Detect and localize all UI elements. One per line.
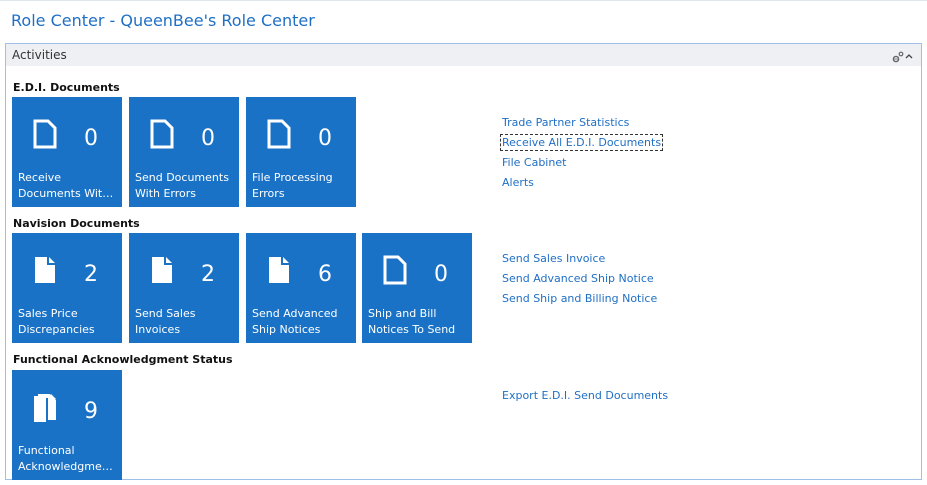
panel-title: Activities (12, 48, 67, 62)
customize-icon[interactable] (892, 48, 904, 63)
document-filled-icon (32, 255, 58, 289)
panel-header: Activities (6, 44, 921, 66)
tile-label: Send Sales Invoices (135, 307, 196, 336)
document-filled-icon (149, 255, 175, 289)
link-trade-partner-statistics[interactable]: Trade Partner Statistics (502, 113, 661, 133)
tile-label: Send Documents With Errors (135, 171, 229, 200)
tile-functional-acknowledgments[interactable]: 9 Functional Acknowledgmen... (12, 370, 122, 480)
section-title-functional-acknowledgment-status: Functional Acknowledgment Status (13, 353, 233, 366)
tile-label: Receive Documents With... (18, 171, 118, 200)
tile-count: 0 (434, 262, 448, 287)
tile-count: 2 (84, 262, 98, 287)
section-title-edi-documents: E.D.I. Documents (13, 81, 120, 94)
link-send-advanced-ship-notice[interactable]: Send Advanced Ship Notice (502, 269, 657, 289)
link-file-cabinet[interactable]: File Cabinet (502, 153, 661, 173)
panel-tools (892, 48, 915, 63)
tile-send-advanced-ship-notices[interactable]: 6 Send Advanced Ship Notices (246, 233, 356, 343)
link-send-sales-invoice[interactable]: Send Sales Invoice (502, 249, 657, 269)
tile-count: 0 (201, 126, 215, 151)
tile-count: 6 (318, 262, 332, 287)
link-export-edi-send-documents[interactable]: Export E.D.I. Send Documents (502, 386, 668, 406)
tile-receive-documents-with-errors[interactable]: 0 Receive Documents With... (12, 97, 122, 207)
document-stack-icon (32, 392, 60, 428)
document-outline-icon (149, 119, 175, 153)
navision-links: Send Sales Invoice Send Advanced Ship No… (502, 249, 657, 309)
tile-count: 0 (84, 126, 98, 151)
tile-label: Send Advanced Ship Notices (252, 307, 338, 336)
link-alerts[interactable]: Alerts (502, 173, 661, 193)
functional-ack-links: Export E.D.I. Send Documents (502, 386, 668, 406)
tile-count: 9 (84, 399, 98, 424)
document-outline-icon (266, 119, 292, 153)
tile-label: Functional Acknowledgmen... (18, 444, 118, 473)
top-divider (0, 0, 927, 1)
tile-ship-and-bill-notices-to-send[interactable]: 0 Ship and Bill Notices To Send (362, 233, 472, 343)
page-title: Role Center - QueenBee's Role Center (11, 11, 315, 30)
tile-count: 0 (318, 126, 332, 151)
tile-send-documents-with-errors[interactable]: 0 Send Documents With Errors (129, 97, 239, 207)
tile-label: Ship and Bill Notices To Send (368, 307, 456, 336)
activities-panel: Activities E.D.I. Documents 0 Receive Do… (5, 43, 922, 480)
tile-label: Sales Price Discrepancies (18, 307, 95, 336)
tile-label: File Processing Errors (252, 171, 333, 200)
document-outline-icon (382, 255, 408, 289)
link-receive-all-edi-documents[interactable]: Receive All E.D.I. Documents (499, 133, 664, 153)
document-outline-icon (32, 119, 58, 153)
tile-sales-price-discrepancies[interactable]: 2 Sales Price Discrepancies (12, 233, 122, 343)
link-send-ship-and-billing-notice[interactable]: Send Ship and Billing Notice (502, 289, 657, 309)
tile-send-sales-invoices[interactable]: 2 Send Sales Invoices (129, 233, 239, 343)
tile-count: 2 (201, 262, 215, 287)
edi-links: Trade Partner Statistics Receive All E.D… (499, 113, 664, 193)
section-title-navision-documents: Navision Documents (13, 217, 140, 230)
collapse-icon[interactable] (905, 48, 915, 60)
tile-file-processing-errors[interactable]: 0 File Processing Errors (246, 97, 356, 207)
document-filled-icon (266, 255, 292, 289)
